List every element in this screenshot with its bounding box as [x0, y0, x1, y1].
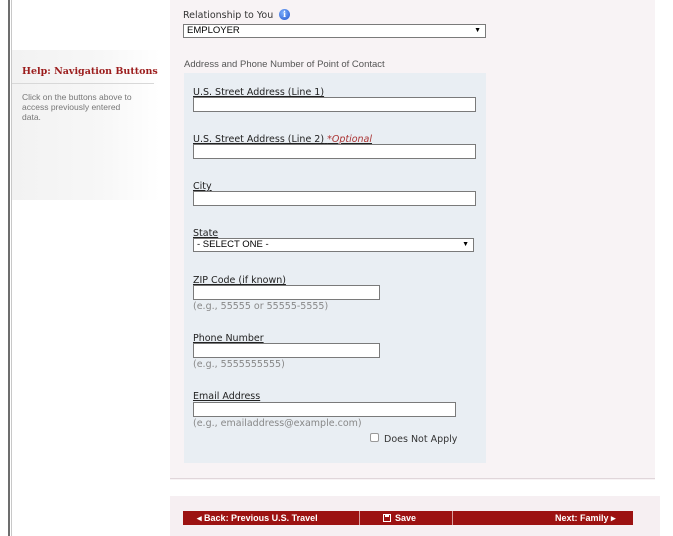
chevron-down-icon: ▼ [462, 241, 469, 248]
zip-input[interactable] [193, 285, 380, 300]
does-not-apply-checkbox[interactable] [370, 433, 379, 442]
street1-input[interactable] [193, 97, 476, 112]
relationship-select[interactable]: EMPLOYER ▼ [183, 24, 486, 38]
address-heading: Address and Phone Number of Point of Con… [184, 59, 385, 70]
phone-input[interactable] [193, 343, 380, 358]
relationship-label: Relationship to You [183, 10, 274, 21]
form-area-divider [170, 478, 655, 479]
save-icon [383, 514, 391, 522]
chevron-left-icon: ◂ [197, 513, 202, 523]
email-input[interactable] [193, 402, 456, 417]
save-button[interactable]: Save [383, 511, 443, 525]
save-button-label: Save [395, 513, 417, 523]
chevron-right-icon: ▸ [611, 513, 616, 523]
help-divider [12, 83, 154, 84]
next-button[interactable]: Next: Family ▸ [555, 511, 633, 525]
state-value: - SELECT ONE - [197, 239, 269, 250]
nav-separator [359, 511, 360, 525]
email-hint: (e.g., emailaddress@example.com) [193, 418, 362, 429]
phone-hint: (e.g., 5555555555) [193, 359, 285, 370]
street2-input[interactable] [193, 144, 476, 159]
chevron-down-icon: ▼ [474, 27, 481, 34]
back-button-label: Back: Previous U.S. Travel [204, 513, 318, 523]
back-button[interactable]: ◂ Back: Previous U.S. Travel [186, 511, 356, 525]
help-text: Click on the buttons above to access pre… [22, 92, 132, 122]
next-button-label: Next: Family [555, 513, 609, 523]
zip-hint: (e.g., 55555 or 55555-5555) [193, 301, 329, 312]
relationship-value: EMPLOYER [187, 25, 240, 36]
email-label: Email Address [193, 391, 261, 402]
state-select[interactable]: - SELECT ONE - ▼ [193, 238, 474, 252]
help-title: Help: Navigation Buttons [22, 66, 158, 77]
left-border [8, 0, 10, 536]
does-not-apply-label[interactable]: Does Not Apply [384, 434, 457, 445]
info-icon[interactable]: i [279, 9, 290, 20]
city-input[interactable] [193, 191, 476, 206]
nav-separator [452, 511, 453, 525]
